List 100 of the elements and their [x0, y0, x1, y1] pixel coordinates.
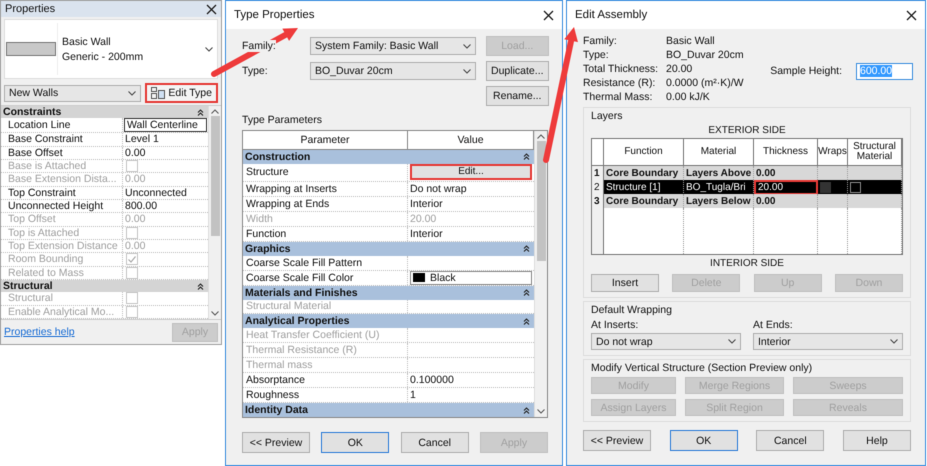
dialog-title: Edit Assembly [575, 9, 648, 21]
column-header: Structural Material [848, 139, 902, 165]
property-label: Base is Attached [1, 160, 123, 172]
parameter-label: Structure [243, 164, 408, 181]
group-box-title: Default Wrapping [591, 304, 673, 316]
property-value[interactable]: Unconnected [123, 186, 208, 199]
parameter-label: Thermal mass [243, 358, 408, 372]
group-box-title: Modify Vertical Structure (Section Preview only) [591, 362, 814, 374]
group-box-title: Layers [591, 110, 624, 122]
property-label: Top Constraint [1, 186, 123, 199]
property-label: Location Line [1, 118, 123, 132]
parameter-label: Coarse Scale Fill Pattern [243, 256, 408, 270]
table-cell[interactable]: 20.00 [754, 180, 818, 195]
type-subtype: Generic - 200mm [62, 50, 144, 62]
dialog-button[interactable]: Cancel [756, 430, 824, 451]
property-label: Base Offset [1, 146, 123, 159]
property-value[interactable]: 0.00 [123, 146, 208, 159]
property-label: Room Bounding [1, 253, 123, 266]
group-header[interactable]: Materials and Finishes [243, 286, 534, 300]
parameter-label: Function [243, 226, 408, 241]
dialog-button[interactable]: Help [842, 430, 911, 451]
property-label: Top Offset [1, 213, 123, 226]
property-label: Top Extension Distance [1, 240, 123, 252]
column-header: Wraps [818, 139, 848, 165]
property-label: Related to Mass [1, 266, 123, 279]
parameter-label: Structural Material [243, 300, 408, 314]
property-label: Base Extension Dista... [1, 173, 123, 186]
parameter-value[interactable]: Do not wrap [408, 182, 534, 196]
field-label: Family: [242, 40, 276, 52]
group-header[interactable]: Structural [1, 280, 208, 292]
side-label: INTERIOR SIDE [710, 258, 784, 269]
row-number: 3 [592, 194, 604, 208]
property-value[interactable]: 800.00 [123, 200, 208, 212]
property-label: Structural [1, 292, 123, 305]
dialog-button[interactable]: Cancel [400, 432, 469, 453]
info-value: Basic Wall [666, 35, 716, 48]
row-number: 2 [592, 180, 604, 195]
parameter-value[interactable]: Interior [408, 226, 534, 241]
dialog-button[interactable]: OK [670, 430, 738, 451]
info-value: 0.0000 (m²·K)/W [666, 77, 745, 90]
wrapping-dropdown[interactable]: Interior [753, 333, 903, 350]
property-label: Unconnected Height [1, 200, 123, 212]
edit-structure-button[interactable]: Edit... [410, 164, 532, 180]
layer-button[interactable]: Insert [591, 274, 659, 292]
row-number: 1 [592, 166, 604, 180]
property-label: Top is Attached [1, 226, 123, 239]
table-cell[interactable]: 0.00 [754, 194, 818, 208]
edit-type-button[interactable]: Edit Type [145, 83, 218, 103]
field-label: At Inserts: [591, 319, 640, 331]
field-label: Sample Height: [770, 65, 842, 77]
type-dropdown[interactable]: BO_Duvar 20cm [310, 62, 476, 80]
parameter-label: Width [243, 212, 408, 226]
info-label: Total Thickness: [583, 63, 660, 76]
property-label: Base Constraint [1, 133, 123, 146]
parameter-value[interactable]: Interior [408, 196, 534, 211]
property-value-field[interactable]: Wall Centerline [124, 118, 207, 132]
property-value[interactable]: Level 1 [123, 133, 208, 146]
parameter-label: Roughness [243, 388, 408, 402]
info-value: 0.00 kJ/K [666, 91, 711, 104]
group-header[interactable]: Constraints [1, 106, 208, 118]
dialog-button[interactable]: << Preview [583, 430, 651, 451]
group-header[interactable]: Graphics [243, 242, 534, 256]
color-value[interactable]: Black [410, 270, 532, 285]
field-label: Type: [242, 65, 268, 77]
parameter-label: Heat Transfer Coefficient (U) [243, 328, 408, 342]
dialog-button[interactable]: Rename... [486, 86, 549, 106]
column-header: Material [684, 139, 754, 165]
info-value: 20.00 [666, 63, 694, 76]
section-label: Type Parameters [242, 114, 322, 126]
dialog-title: Type Properties [234, 9, 315, 21]
dialog-button[interactable]: OK [321, 432, 390, 453]
info-label: Family: [583, 35, 618, 48]
parameter-value[interactable]: 0.100000 [408, 373, 534, 388]
info-label: Resistance (R): [583, 77, 656, 90]
parameter-value[interactable]: 1 [408, 388, 534, 402]
wrapping-dropdown[interactable]: Do not wrap [591, 333, 741, 350]
group-header[interactable]: Analytical Properties [243, 314, 534, 328]
instance-filter-dropdown[interactable]: New Walls [4, 84, 142, 102]
type-dropdown[interactable]: System Family: Basic Wall [310, 37, 476, 55]
parameter-label: Coarse Scale Fill Color [243, 270, 408, 285]
info-label: Thermal Mass: [583, 91, 654, 104]
type-name: Basic Wall [62, 36, 112, 48]
dialog-button[interactable]: Duplicate... [486, 61, 549, 81]
info-value: BO_Duvar 20cm [666, 49, 745, 62]
side-label: EXTERIOR SIDE [708, 125, 786, 136]
type-selector[interactable]: Basic Wall Generic - 200mm [4, 19, 218, 79]
group-header[interactable]: Construction [243, 150, 534, 164]
help-link[interactable]: Properties help [4, 326, 75, 338]
table-cell[interactable]: BO_Tugla/Bri [684, 180, 754, 195]
column-header: Thickness [754, 139, 818, 165]
panel-title: Properties [5, 3, 56, 15]
dialog-button[interactable]: << Preview [242, 432, 310, 453]
parameter-label: Thermal Resistance (R) [243, 343, 408, 358]
group-header[interactable]: Identity Data [243, 403, 534, 417]
parameter-label: Absorptance [243, 373, 408, 388]
table-cell[interactable]: Structure [1] [604, 180, 684, 195]
table-cell[interactable]: Layers Below [684, 194, 754, 208]
parameter-label: Wrapping at Ends [243, 196, 408, 211]
info-label: Type: [583, 49, 610, 62]
parameter-label: Wrapping at Inserts [243, 182, 408, 196]
